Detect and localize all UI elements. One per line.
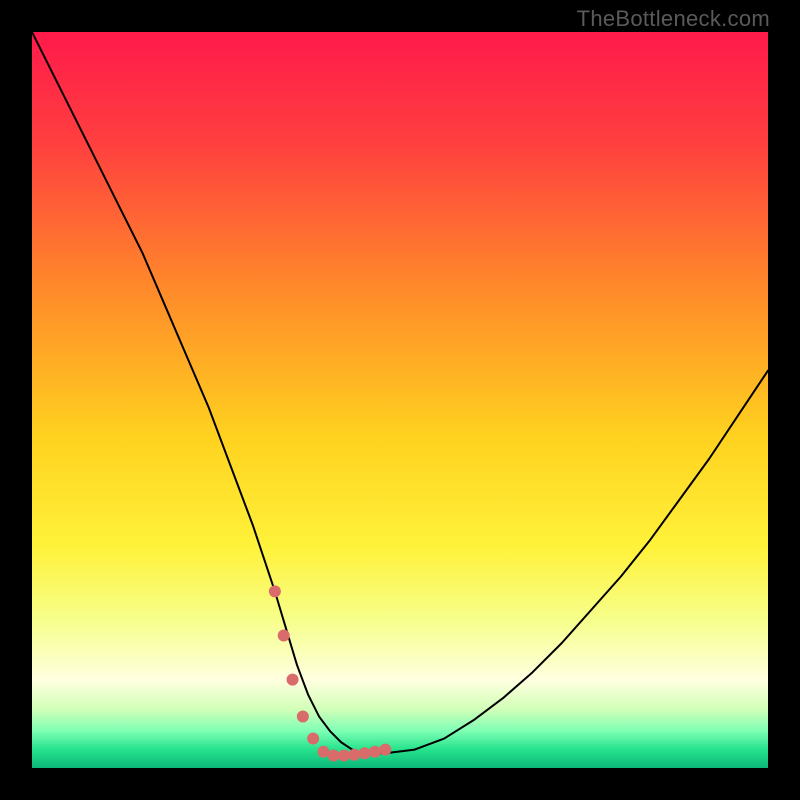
highlight-dot (307, 733, 319, 745)
highlight-dot (359, 747, 371, 759)
highlight-dot (328, 749, 340, 761)
highlight-dot (297, 710, 309, 722)
highlight-dot (369, 746, 381, 758)
highlight-dot (348, 749, 360, 761)
highlight-dot (379, 744, 391, 756)
highlight-dot (317, 746, 329, 758)
highlight-dot (278, 630, 290, 642)
chart-frame: TheBottleneck.com (0, 0, 800, 800)
chart-svg (32, 32, 768, 768)
highlight-dot (269, 585, 281, 597)
highlight-dot (287, 674, 299, 686)
gradient-background (32, 32, 768, 768)
watermark-text: TheBottleneck.com (577, 6, 770, 32)
highlight-dot (338, 749, 350, 761)
chart-plot-area (32, 32, 768, 768)
